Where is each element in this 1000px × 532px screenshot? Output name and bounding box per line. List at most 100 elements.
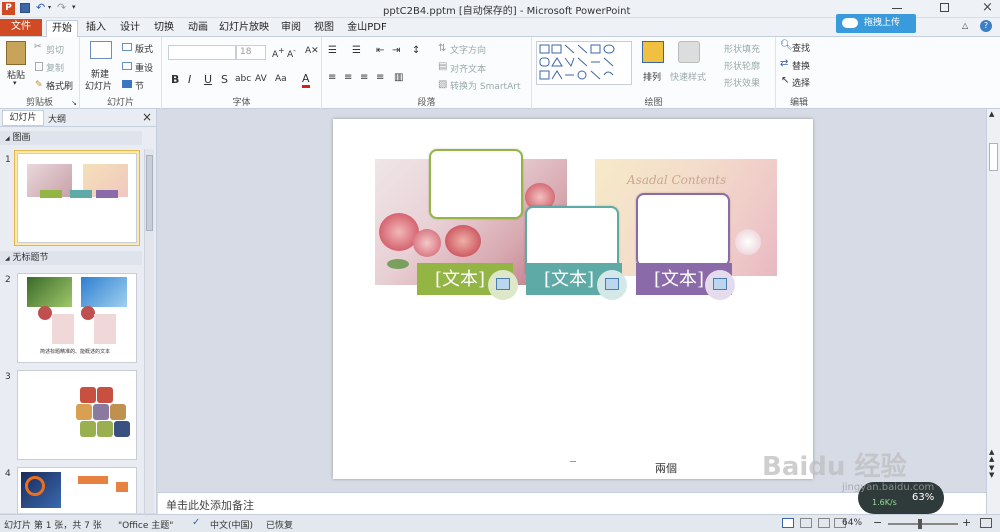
text-direction-icon[interactable]: ⇅ [438,43,446,54]
increase-indent-icon[interactable]: ⇥ [392,45,400,56]
align-left-icon[interactable]: ≡ [328,72,336,83]
maximize-icon[interactable] [940,3,949,12]
reset-icon[interactable] [122,62,132,70]
align-text-icon[interactable]: ▤ [438,61,447,72]
close-icon[interactable]: × [982,0,993,15]
prev-slide-icon[interactable]: ▲ ▲ [989,449,994,463]
tab-transitions[interactable]: 切换 [150,20,178,37]
undo-icon[interactable]: ↶ [36,1,45,14]
image-placeholder-teal[interactable] [597,270,627,300]
find-button[interactable]: 查找 [792,41,810,54]
pane-scroll-thumb[interactable] [146,155,153,231]
tab-file[interactable]: 文件 [0,19,42,36]
format-painter-icon[interactable]: ✎ [35,80,43,90]
redo-icon[interactable]: ↷ [57,1,66,14]
section-header-1[interactable]: ◢ 图画 [0,131,142,145]
tab-review[interactable]: 审阅 [277,20,305,37]
cut-icon[interactable]: ✂ [34,42,42,52]
shrink-font-icon[interactable]: A- [287,46,296,60]
upload-button[interactable]: 拖拽上传 [836,14,916,33]
text-card-green-frame[interactable] [429,149,523,219]
tab-animations[interactable]: 动画 [184,20,212,37]
section-button[interactable]: 节 [135,79,144,92]
slide-thumbnail-1[interactable] [17,153,137,243]
replace-button[interactable]: 替换 [792,59,810,72]
cut-button[interactable]: 剪切 [46,43,64,56]
numbering-icon[interactable]: ☰ [352,45,361,56]
slide-thumbnail-3[interactable] [17,370,137,460]
clipboard-launcher-icon[interactable]: ↘ [71,99,77,107]
line-spacing-icon[interactable]: ↕ [412,45,420,56]
columns-icon[interactable]: ▥ [394,72,403,83]
undo-dropdown-icon[interactable]: ▾ [48,4,51,11]
new-slide-button-line2[interactable]: 幻灯片 [85,79,112,92]
scroll-thumb[interactable] [989,143,998,171]
tab-slides-pane[interactable]: 幻灯片 [2,110,44,126]
zoom-in-icon[interactable]: + [962,516,971,529]
arrange-icon[interactable] [642,41,664,63]
canvas-scrollbar[interactable]: ▲ ▲ ▲ ▼ ▼ [986,109,1000,514]
slide-thumbnail-2[interactable]: 简述标题精准的、能概述的文本 [17,273,137,363]
align-text-button[interactable]: 对齐文本 [450,62,486,75]
layout-icon[interactable] [122,43,132,51]
layout-button[interactable]: 版式 [135,42,153,55]
tab-insert[interactable]: 插入 [82,20,110,37]
paste-icon[interactable] [6,41,26,65]
paste-dropdown-icon[interactable]: ▾ [13,79,17,87]
format-painter-button[interactable]: 格式刷 [46,79,73,92]
arrange-button[interactable]: 排列 [643,70,661,83]
shapes-gallery[interactable] [536,41,632,85]
smartart-icon[interactable]: ▧ [438,79,447,90]
save-icon[interactable] [20,3,30,13]
reset-button[interactable]: 重设 [135,61,153,74]
notes-placeholder[interactable]: 单击此处添加备注 [166,497,254,513]
align-right-icon[interactable]: ≡ [360,72,368,83]
quick-styles-button[interactable]: 快速样式 [670,70,706,83]
slide-footer-text[interactable]: 兩個 [655,460,677,476]
copy-button[interactable]: 复制 [46,61,64,74]
align-center-icon[interactable]: ≡ [344,72,352,83]
clear-format-icon[interactable]: A✕ [305,46,319,56]
shape-effects-button[interactable]: 形状效果 [724,76,760,89]
next-slide-icon[interactable]: ▼ ▼ [989,465,994,479]
tab-view[interactable]: 视图 [310,20,338,37]
shadow-button[interactable]: abc [235,74,251,84]
convert-smartart-button[interactable]: 转换为 SmartArt [450,79,520,92]
strikethrough-button[interactable]: S [221,73,228,86]
image-placeholder-green[interactable] [488,270,518,300]
change-case-button[interactable]: Aa [275,74,287,84]
shape-outline-button[interactable]: 形状轮廓 [724,59,760,72]
zoom-slider-thumb[interactable] [918,519,922,529]
font-name-box[interactable] [168,45,236,60]
italic-button[interactable]: I [188,73,191,86]
find-icon[interactable]: 🔍︎ [780,40,793,51]
quick-styles-icon[interactable] [678,41,700,63]
collapse-ribbon-icon[interactable]: △ [962,21,968,30]
tab-design[interactable]: 设计 [116,20,144,37]
section-icon[interactable] [122,80,132,88]
bold-button[interactable]: B [171,73,179,86]
tab-kingsoft-pdf[interactable]: 金山PDF [344,20,390,37]
pane-scrollbar[interactable] [144,149,154,513]
bullets-icon[interactable]: ☰ [328,45,337,56]
powerpoint-logo-icon[interactable]: P [2,2,15,15]
image-placeholder-purple[interactable] [705,270,735,300]
justify-icon[interactable]: ≡ [376,72,384,83]
tab-outline-pane[interactable]: 大纲 [48,112,66,125]
new-slide-icon[interactable] [90,41,112,59]
select-icon[interactable]: ↖ [781,75,789,86]
theme-status[interactable]: "Office 主题" [118,518,173,531]
close-pane-icon[interactable]: × [142,110,152,124]
spellcheck-icon[interactable]: ✓ [192,517,200,528]
slide-thumbnail-4[interactable] [17,467,137,513]
zoom-level[interactable]: 64% [842,518,862,528]
slide-canvas[interactable]: Asadal Contents [文本] [文本] [文本] 兩個 [333,119,813,479]
fit-slide-icon[interactable] [980,518,992,528]
char-spacing-button[interactable]: AV [255,74,267,84]
text-direction-button[interactable]: 文字方向 [450,43,486,56]
slide-sorter-icon[interactable] [800,518,812,528]
text-card-purple-frame[interactable] [636,193,730,267]
font-size-box[interactable]: 18 [236,45,266,60]
customize-qat-icon[interactable]: ▾ [72,3,76,11]
select-button[interactable]: 选择 [792,76,810,89]
